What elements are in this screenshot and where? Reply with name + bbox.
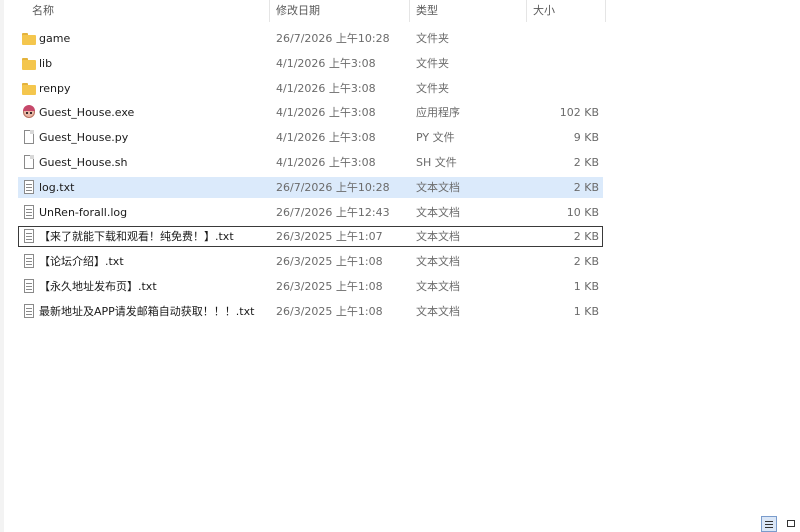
file-type: 文本文档 [416,255,460,268]
folder-icon [22,31,36,46]
column-header-size-label: 大小 [533,4,555,17]
file-name: lib [39,57,53,70]
file-name: 【来了就能下载和观看！纯免费！】.txt [39,230,234,243]
large-icons-view-icon [787,520,795,527]
text-file-icon [22,304,36,319]
column-header-name[interactable]: 名称 ⌃ [26,0,270,22]
file-row[interactable]: UnRen-forall.log 26/7/2026 上午12:43 文本文档 10 … [18,202,603,223]
file-type: 文件夹 [416,32,449,45]
file-row[interactable]: Guest_House.exe 4/1/2026 上午3:08 应用程序 102 KB [18,102,603,123]
file-size: 2 KB [573,181,599,194]
file-row[interactable]: game 26/7/2026 上午10:28 文件夹 [18,28,603,49]
file-type: PY 文件 [416,131,455,144]
column-header-size[interactable]: 大小 [527,0,606,22]
file-date: 26/7/2026 上午12:43 [276,206,390,219]
file-icon [22,130,36,145]
file-row[interactable]: Guest_House.sh 4/1/2026 上午3:08 SH 文件 2 KB [18,152,603,173]
file-size: 2 KB [573,255,599,268]
file-date: 4/1/2026 上午3:08 [276,57,376,70]
file-date: 26/3/2025 上午1:08 [276,280,383,293]
file-name: Guest_House.py [39,131,129,144]
column-header-type[interactable]: 类型 [410,0,527,22]
file-size: 2 KB [573,230,599,243]
file-size: 9 KB [573,131,599,144]
file-row[interactable]: 【来了就能下载和观看！纯免费！】.txt 26/3/2025 上午1:07 文本文档… [18,226,603,247]
text-file-icon [22,205,36,220]
file-row[interactable]: log.txt 26/7/2026 上午10:28 文本文档 2 KB [18,177,603,198]
file-type: 文件夹 [416,57,449,70]
folder-icon [22,81,36,96]
file-type: 文本文档 [416,230,460,243]
file-type: 文本文档 [416,305,460,318]
text-file-icon [22,254,36,269]
file-date: 26/3/2025 上午1:07 [276,230,383,243]
file-date: 26/3/2025 上午1:08 [276,305,383,318]
file-date: 4/1/2026 上午3:08 [276,106,376,119]
column-header-date[interactable]: 修改日期 [270,0,410,22]
window-left-edge [0,0,4,532]
app-icon [22,105,36,120]
column-header-name-label: 名称 [32,4,54,17]
text-file-icon [22,180,36,195]
file-type: 文本文档 [416,206,460,219]
file-name: renpy [39,82,71,95]
column-header: 名称 ⌃ 修改日期 类型 大小 [0,0,606,22]
file-date: 26/7/2026 上午10:28 [276,32,390,45]
file-name: 最新地址及APP请发邮箱自动获取！！！.txt [39,305,255,318]
file-icon [22,155,36,170]
file-name: log.txt [39,181,75,194]
text-file-icon [22,229,36,244]
file-type: 应用程序 [416,106,460,119]
file-type: 文本文档 [416,181,460,194]
file-row[interactable]: renpy 4/1/2026 上午3:08 文件夹 [18,78,603,99]
file-size: 102 KB [559,106,599,119]
file-name: game [39,32,71,45]
file-size: 10 KB [566,206,599,219]
file-type: SH 文件 [416,156,457,169]
file-date: 26/3/2025 上午1:08 [276,255,383,268]
file-date: 4/1/2026 上午3:08 [276,131,376,144]
details-view-button[interactable] [761,516,777,532]
sort-ascending-icon: ⌃ [172,0,180,3]
file-name: 【永久地址发布页】.txt [39,280,157,293]
file-row[interactable]: lib 4/1/2026 上午3:08 文件夹 [18,53,603,74]
file-row[interactable]: 最新地址及APP请发邮箱自动获取！！！.txt 26/3/2025 上午1:08 文… [18,301,603,322]
file-size: 1 KB [573,280,599,293]
column-separator[interactable] [605,0,606,22]
file-size: 2 KB [573,156,599,169]
file-type: 文件夹 [416,82,449,95]
file-row[interactable]: 【论坛介绍】.txt 26/3/2025 上午1:08 文本文档 2 KB [18,251,603,272]
file-type: 文本文档 [416,280,460,293]
file-name: Guest_House.sh [39,156,128,169]
file-date: 4/1/2026 上午3:08 [276,82,376,95]
file-size: 1 KB [573,305,599,318]
file-date: 4/1/2026 上午3:08 [276,156,376,169]
file-name: Guest_House.exe [39,106,135,119]
folder-icon [22,56,36,71]
text-file-icon [22,279,36,294]
file-name: 【论坛介绍】.txt [39,255,124,268]
column-header-type-label: 类型 [416,4,438,17]
file-name: UnRen-forall.log [39,206,128,219]
column-header-date-label: 修改日期 [276,4,320,17]
file-date: 26/7/2026 上午10:28 [276,181,390,194]
file-row[interactable]: Guest_House.py 4/1/2026 上午3:08 PY 文件 9 KB [18,127,603,148]
file-row[interactable]: 【永久地址发布页】.txt 26/3/2025 上午1:08 文本文档 1 KB [18,276,603,297]
large-icons-view-button[interactable] [783,516,799,532]
